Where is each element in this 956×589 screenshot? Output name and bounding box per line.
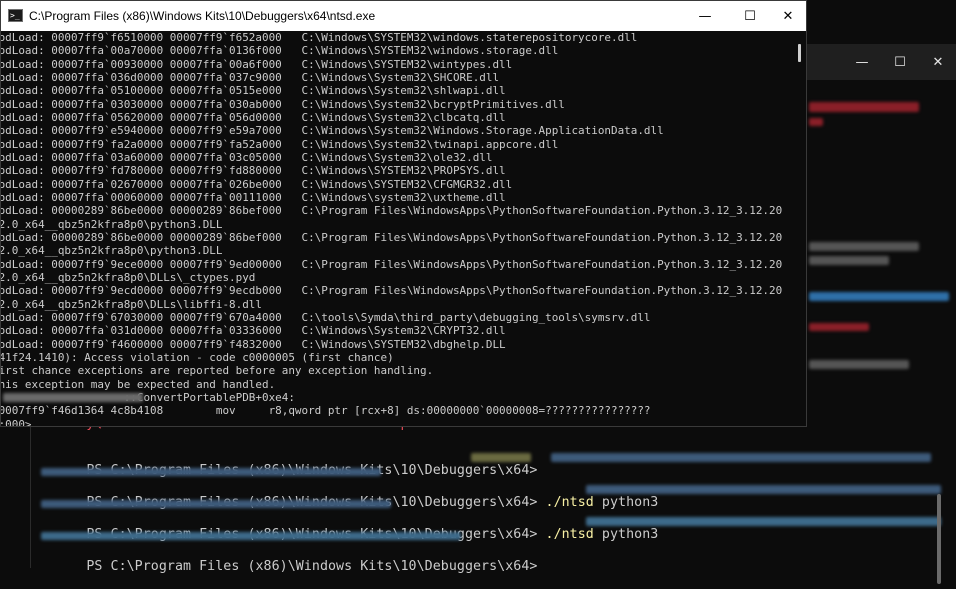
close-button[interactable]: ✕	[919, 44, 956, 80]
console-line: ModLoad: 00007ffa`031d0000 00007ffa`0333…	[1, 324, 506, 338]
redacted-command	[551, 453, 931, 462]
console-line: ModLoad: 00007ff9`fa2a0000 00007ff9`fa52…	[1, 137, 559, 151]
console-line: 32.0_x64__qbz5n2kfra8p0\DLLs\_ctypes.pyd	[1, 270, 256, 284]
redacted-error-text	[809, 118, 823, 126]
redacted-command	[41, 468, 381, 476]
console-line: ModLoad: 00007ffa`00a70000 00007ffa`0136…	[1, 44, 559, 58]
console-line: ModLoad: 00000289`86be0000 00000289`86be…	[1, 230, 783, 244]
console-line: ModLoad: 00007ff9`9ecd0000 00007ff9`9ecd…	[1, 284, 783, 298]
console-line: ModLoad: 00007ffa`00060000 00007ffa`0011…	[1, 190, 506, 204]
command: ./ntsd	[545, 495, 594, 510]
console-line: ModLoad: 00007ffa`02670000 00007ffa`026b…	[1, 177, 513, 191]
console-line: ModLoad: 00007ffa`05100000 00007ffa`0515…	[1, 84, 506, 98]
console-line: ModLoad: 00007ff9`9ece0000 00007ff9`9ed0…	[1, 257, 783, 271]
command-arg: python3	[601, 527, 659, 542]
console-line: ModLoad: 00007ff9`fd780000 00007ff9`fd88…	[1, 164, 506, 178]
debugger-console[interactable]: ModLoad: 00007ff9`f6510000 00007ff9`f652…	[1, 31, 791, 426]
redacted-text	[809, 242, 919, 251]
redacted-command	[41, 500, 391, 508]
close-button[interactable]: ✕	[766, 1, 810, 31]
redacted-text	[809, 292, 949, 301]
console-app-icon: >_	[8, 9, 23, 22]
console-line: This exception may be expected and handl…	[1, 377, 276, 391]
redacted-command	[41, 532, 461, 540]
redacted-text	[809, 256, 889, 265]
console-line: 32.0_x64__qbz5n2kfra8p0\DLLs\libffi-8.dl…	[1, 297, 262, 311]
console-line: ModLoad: 00007ffa`05620000 00007ffa`056d…	[1, 110, 506, 124]
redacted-command	[471, 453, 531, 462]
minimize-button[interactable]: —	[843, 44, 881, 80]
console-line: 00007ff9`f46d1364 4c8b4108 mov r8,qword …	[1, 404, 651, 418]
redacted-command	[586, 517, 941, 526]
console-line: (41f24.1410): Access violation - code c0…	[1, 350, 394, 364]
console-line: ModLoad: 00007ff9`f4600000 00007ff9`f483…	[1, 337, 506, 351]
console-line: ModLoad: 00007ffa`036d0000 00007ffa`037c…	[1, 70, 500, 84]
console-line: ModLoad: 00007ff9`f6510000 00007ff9`f652…	[1, 31, 638, 44]
console-line: 0:000>	[1, 417, 32, 426]
console-line: ModLoad: 00007ffa`03030000 00007ffa`030a…	[1, 97, 565, 111]
console-line: ModLoad: 00000289`86be0000 00000289`86be…	[1, 204, 783, 218]
redacted-module-name	[3, 392, 143, 402]
console-line: 32.0_x64__qbz5n2kfra8p0\python3.DLL	[1, 217, 223, 231]
console-line: First chance exceptions are reported bef…	[1, 364, 434, 378]
scrollbar-thumb[interactable]	[798, 44, 801, 62]
maximize-button[interactable]: ☐	[881, 44, 919, 80]
ntsd-titlebar[interactable]: >_ C:\Program Files (x86)\Windows Kits\1…	[1, 1, 806, 31]
scrollbar[interactable]	[937, 494, 941, 584]
console-line: ModLoad: 00007ff9`e5940000 00007ff9`e59a…	[1, 124, 664, 138]
console-line: ModLoad: 00007ffa`00930000 00007ffa`00a6…	[1, 57, 513, 71]
redacted-text	[809, 360, 909, 369]
prompt: PS C:\Program Files (x86)\Windows Kits\1…	[86, 559, 538, 574]
command: ./ntsd	[545, 527, 594, 542]
redacted-command	[586, 485, 941, 494]
scrollbar-track[interactable]	[791, 31, 806, 426]
prompt-line: PS C:\Program Files (x86)\Windows Kits\1…	[38, 544, 537, 589]
console-line: ModLoad: 00007ffa`03a60000 00007ffa`03c0…	[1, 150, 493, 164]
console-line: 32.0_x64__qbz5n2kfra8p0\python3.DLL	[1, 244, 223, 258]
redacted-error-text	[809, 323, 869, 331]
ntsd-window[interactable]: >_ C:\Program Files (x86)\Windows Kits\1…	[0, 0, 807, 427]
minimize-button[interactable]: —	[683, 1, 727, 31]
command-arg: python3	[601, 495, 659, 510]
redacted-error-text	[809, 102, 919, 112]
console-line: ModLoad: 00007ff9`67030000 00007ff9`670a…	[1, 310, 651, 324]
window-title: C:\Program Files (x86)\Windows Kits\10\D…	[29, 9, 376, 23]
